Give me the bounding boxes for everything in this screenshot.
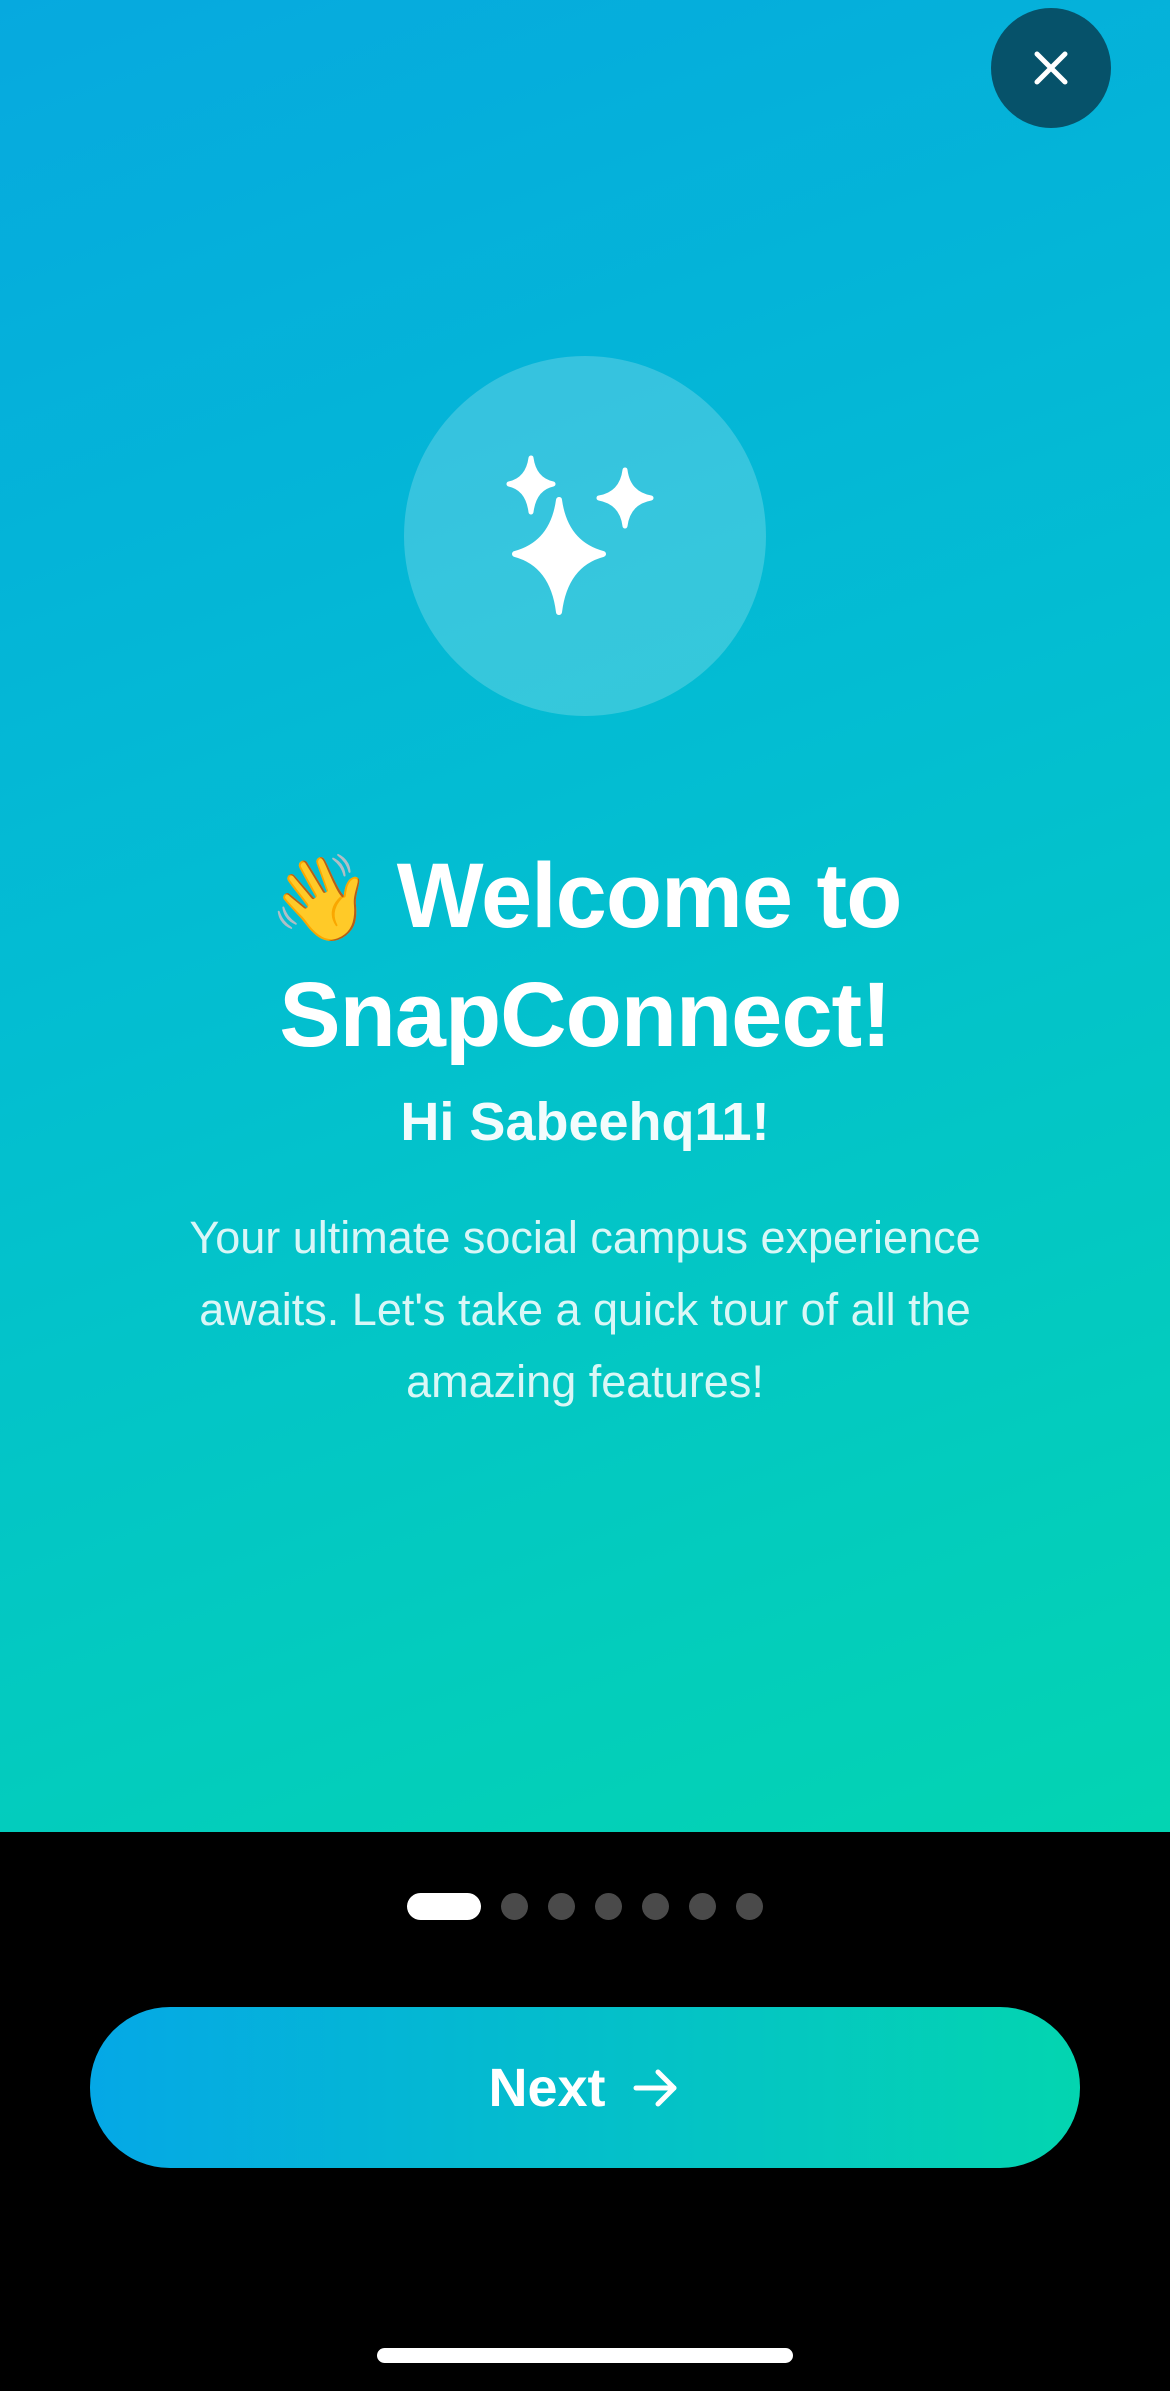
- welcome-title: 👋 Welcome to SnapConnect!: [100, 838, 1070, 1074]
- hero-panel: 👋 Welcome to SnapConnect! Hi Sabeehq11! …: [0, 0, 1170, 1832]
- close-button[interactable]: [991, 8, 1111, 128]
- waving-hand-icon: 👋: [268, 849, 374, 947]
- home-indicator: [377, 2348, 793, 2363]
- close-icon: [1034, 51, 1068, 85]
- onboarding-screen: 👋 Welcome to SnapConnect! Hi Sabeehq11! …: [0, 0, 1170, 2391]
- page-dot[interactable]: [548, 1892, 575, 1920]
- page-dot-active[interactable]: [407, 1892, 481, 1920]
- description-text: Your ultimate social campus experience a…: [189, 1212, 981, 1407]
- sparkles-icon: [506, 455, 654, 615]
- title-line-2: SnapConnect!: [279, 964, 892, 1066]
- page-dot[interactable]: [689, 1892, 716, 1920]
- arrow-right-icon: [633, 2069, 677, 2106]
- title-line-1: Welcome to: [396, 845, 903, 947]
- page-dot[interactable]: [736, 1892, 763, 1920]
- page-dot[interactable]: [642, 1892, 669, 1920]
- next-button-label: Next: [488, 2057, 606, 2118]
- page-indicator: [0, 1892, 1170, 1920]
- page-dot[interactable]: [501, 1892, 528, 1920]
- page-dot[interactable]: [595, 1892, 622, 1920]
- next-button[interactable]: Next: [90, 2007, 1080, 2168]
- greeting-text: Hi Sabeehq11!: [400, 1092, 770, 1152]
- feature-icon-circle: [404, 356, 766, 716]
